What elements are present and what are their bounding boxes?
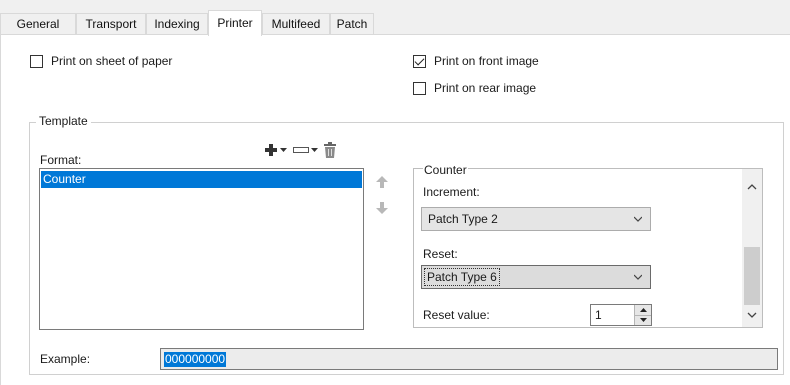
caret-up-icon	[639, 307, 647, 312]
tab-patch[interactable]: Patch	[330, 13, 374, 35]
dropdown-arrow-icon	[311, 147, 318, 152]
format-toolbar	[264, 140, 342, 160]
scroll-down-icon[interactable]	[742, 305, 762, 325]
tab-label: Multifeed	[271, 17, 321, 31]
chevron-down-icon	[634, 274, 642, 280]
reset-value-number[interactable]: 1	[591, 305, 634, 325]
tab-printer[interactable]: Printer	[208, 10, 262, 36]
template-group-title: Template	[36, 114, 91, 128]
field-icon	[293, 147, 309, 153]
reset-value-label: Reset value:	[423, 308, 490, 322]
format-list[interactable]: Counter	[39, 168, 364, 330]
print-front-label: Print on front image	[434, 54, 539, 68]
chevron-down-icon	[634, 216, 642, 222]
tab-indexing[interactable]: Indexing	[146, 13, 208, 35]
arrow-up-icon	[376, 176, 388, 188]
tab-label: Patch	[336, 17, 368, 31]
plus-icon	[265, 144, 277, 156]
example-label: Example:	[40, 352, 91, 366]
move-up-button[interactable]	[372, 172, 392, 192]
stepper-up-button[interactable]	[635, 305, 651, 316]
counter-scrollbar[interactable]	[742, 169, 762, 327]
example-value[interactable]: 000000000	[164, 352, 227, 367]
increment-label: Increment:	[423, 185, 480, 199]
arrow-down-icon	[376, 202, 388, 214]
field-type-button[interactable]	[293, 146, 318, 154]
increment-value: Patch Type 2	[428, 212, 498, 226]
checkbox-box[interactable]	[30, 54, 43, 68]
reset-value: Patch Type 6	[424, 268, 500, 286]
tab-label: General	[16, 17, 60, 31]
checkbox-box-checked[interactable]	[413, 54, 426, 68]
reset-value-stepper[interactable]: 1	[590, 304, 652, 326]
caret-down-icon	[639, 318, 647, 323]
add-field-button[interactable]	[264, 143, 287, 157]
tab-general[interactable]: General	[0, 13, 76, 35]
print-front-checkbox[interactable]: Print on front image	[413, 53, 539, 69]
reset-select[interactable]: Patch Type 6	[421, 265, 651, 289]
tab-transport[interactable]: Transport	[76, 13, 146, 35]
tab-label: Transport	[85, 17, 137, 31]
print-rear-label: Print on rear image	[434, 81, 537, 95]
counter-title: Counter	[423, 163, 468, 177]
example-field[interactable]: 000000000	[160, 348, 778, 370]
dropdown-arrow-icon	[280, 147, 287, 152]
stepper-down-button[interactable]	[635, 315, 651, 325]
print-on-sheet-checkbox[interactable]: Print on sheet of paper	[30, 53, 172, 69]
scrollbar-thumb[interactable]	[744, 247, 760, 305]
reset-label: Reset:	[423, 247, 458, 261]
tab-bar: General Transport Indexing Printer Multi…	[0, 0, 790, 36]
delete-field-button[interactable]	[324, 142, 336, 158]
scroll-up-icon[interactable]	[742, 177, 762, 197]
stepper-buttons	[634, 305, 651, 325]
tab-multifeed[interactable]: Multifeed	[262, 13, 330, 35]
checkbox-box[interactable]	[413, 81, 426, 95]
print-on-sheet-label: Print on sheet of paper	[51, 54, 173, 68]
move-down-button[interactable]	[372, 198, 392, 218]
print-rear-checkbox[interactable]: Print on rear image	[413, 80, 536, 96]
format-label: Format:	[40, 153, 82, 167]
tab-label: Indexing	[154, 17, 200, 31]
tab-label: Printer	[217, 16, 253, 30]
increment-select[interactable]: Patch Type 2	[421, 207, 651, 231]
list-item[interactable]: Counter	[41, 171, 362, 188]
list-item-label: Counter	[43, 172, 86, 186]
trash-icon	[324, 142, 336, 158]
